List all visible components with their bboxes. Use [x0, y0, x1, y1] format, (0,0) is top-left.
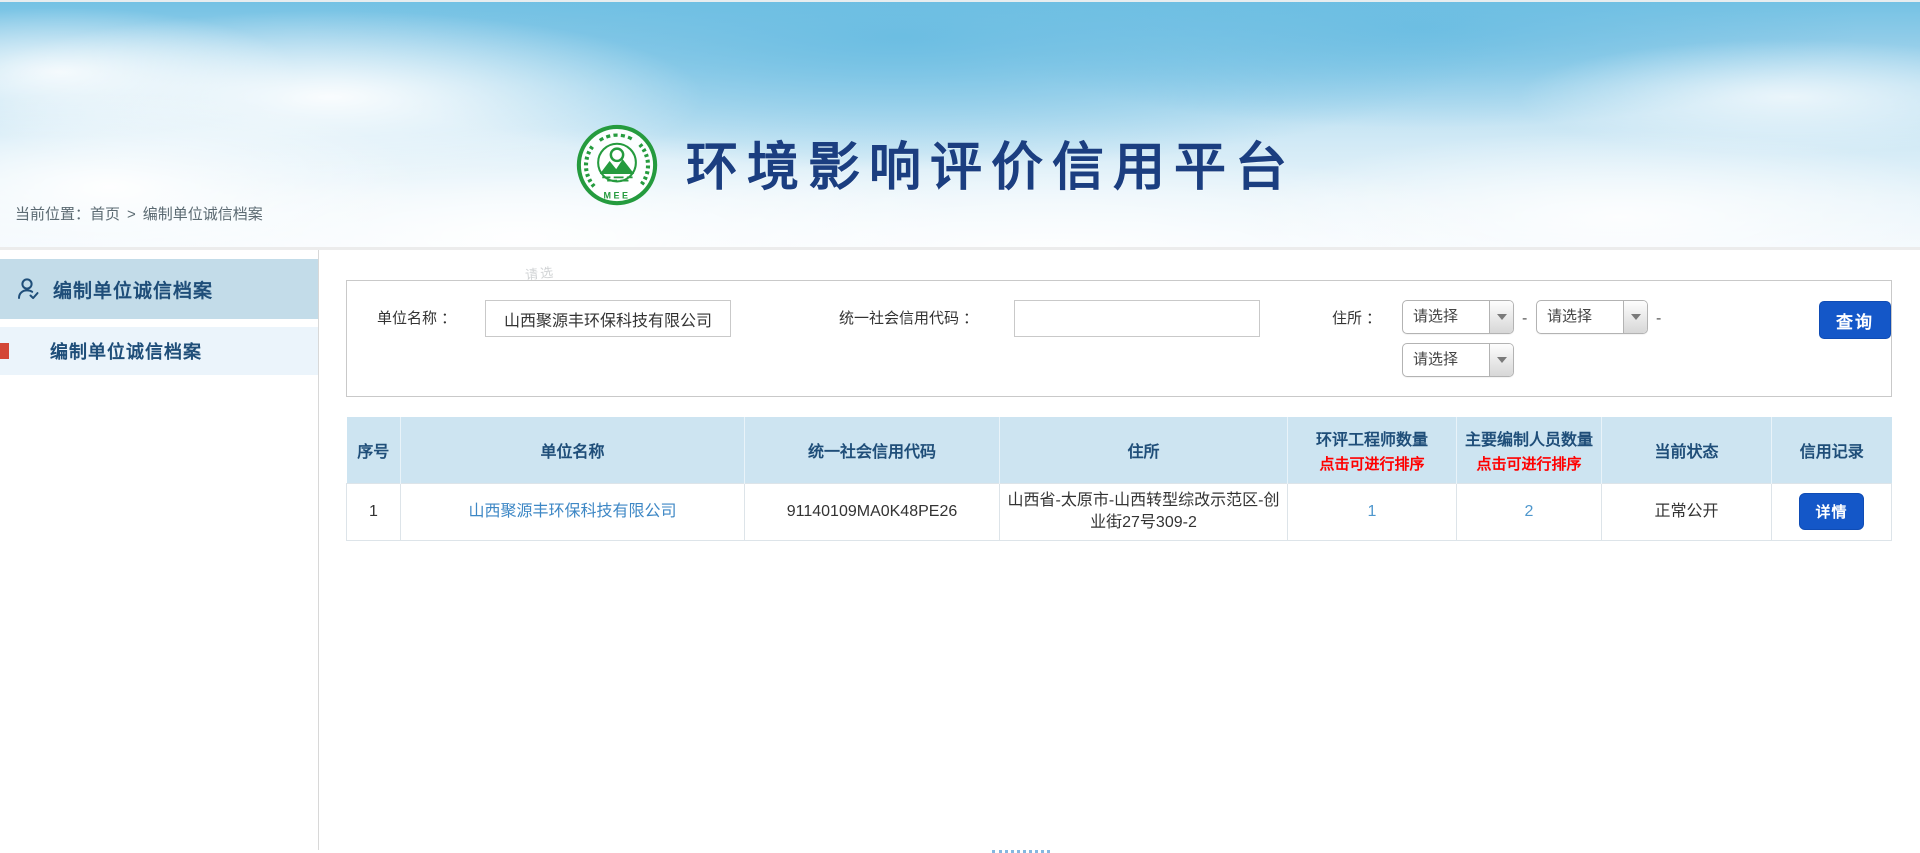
mee-logo-icon: MEE: [576, 124, 658, 211]
result-table: 序号 单位名称 统一社会信用代码 住所 环评工程师数量 点击可进行排序 主要编制…: [346, 417, 1892, 541]
address-label: 住所 ：: [1332, 301, 1381, 337]
table-header-row: 序号 单位名称 统一社会信用代码 住所 环评工程师数量 点击可进行排序 主要编制…: [347, 417, 1892, 483]
col-header-address: 住所: [1000, 417, 1288, 483]
page: MEE 环境影响评价信用平台 当前位置：首页 > 编制单位诚信档案 编制单位诚信档案…: [0, 0, 1920, 853]
sort-hint: 点击可进行排序: [1288, 453, 1456, 474]
unit-name-input[interactable]: [485, 300, 731, 337]
district-select[interactable]: 请选择: [1402, 343, 1514, 377]
unit-name-label: 单位名称 ：: [377, 301, 456, 337]
sidebar-item-label: 编制单位诚信档案: [50, 338, 202, 364]
brand: MEE 环境影响评价信用平台: [576, 124, 1296, 211]
body-wrap: 编制单位诚信档案 编制单位诚信档案 请选 单位名称 ： 统一社会信用代码 ： 住…: [0, 250, 1920, 850]
page-bottom-artifact: [992, 846, 1050, 853]
credit-code-label: 统一社会信用代码 ：: [839, 301, 978, 337]
cell-address: 山西省-太原市-山西转型综改示范区-创业街27号309-2: [1000, 483, 1288, 540]
sort-hint: 点击可进行排序: [1457, 453, 1601, 474]
breadcrumb-home-link[interactable]: 首页: [90, 206, 120, 223]
search-button[interactable]: 查询: [1819, 301, 1891, 339]
city-select[interactable]: 请选择: [1536, 300, 1648, 334]
table-row: 1 山西聚源丰环保科技有限公司 91140109MA0K48PE26 山西省-太…: [347, 483, 1892, 540]
chevron-down-icon[interactable]: [1489, 301, 1513, 333]
chevron-down-icon[interactable]: [1489, 344, 1513, 376]
unit-name-link[interactable]: 山西聚源丰环保科技有限公司: [468, 503, 676, 520]
province-select-value: 请选择: [1403, 301, 1489, 333]
ghost-artifact: 请选: [524, 261, 556, 283]
page-title: 环境影响评价信用平台: [686, 142, 1296, 194]
address-dash-2: -: [1656, 301, 1661, 337]
col-header-credit-record: 信用记录: [1772, 417, 1892, 483]
user-check-icon: [15, 276, 41, 302]
breadcrumb: 当前位置：首页 > 编制单位诚信档案: [15, 203, 263, 224]
credit-code-input[interactable]: [1014, 300, 1260, 337]
editor-count-link[interactable]: 2: [1525, 503, 1534, 520]
district-select-value: 请选择: [1403, 344, 1489, 376]
sidebar-section-label: 编制单位诚信档案: [53, 276, 213, 303]
detail-button[interactable]: 详情: [1799, 493, 1863, 530]
cell-editor-count: 2: [1457, 483, 1602, 540]
province-select[interactable]: 请选择: [1402, 300, 1514, 334]
sidebar-item-archive[interactable]: 编制单位诚信档案: [0, 327, 318, 375]
cell-credit-record: 详情: [1772, 483, 1892, 540]
chevron-down-icon[interactable]: [1623, 301, 1647, 333]
col-header-index: 序号: [347, 417, 401, 483]
col-header-credit-code: 统一社会信用代码: [745, 417, 1000, 483]
main-content: 请选 单位名称 ： 统一社会信用代码 ： 住所 ： 请选择 - 请选择 - 请选…: [319, 250, 1920, 850]
cell-engineer-count: 1: [1288, 483, 1457, 540]
breadcrumb-separator: >: [127, 206, 136, 223]
col-header-editor-count-sort[interactable]: 主要编制人员数量 点击可进行排序: [1457, 417, 1602, 483]
engineer-count-link[interactable]: 1: [1368, 503, 1377, 520]
sidebar: 编制单位诚信档案 编制单位诚信档案: [0, 250, 319, 850]
cell-status: 正常公开: [1602, 483, 1772, 540]
sidebar-section-archive[interactable]: 编制单位诚信档案: [0, 259, 318, 319]
active-item-marker: [0, 343, 9, 359]
col-header-engineer-count-sort[interactable]: 环评工程师数量 点击可进行排序: [1288, 417, 1457, 483]
col-header-status: 当前状态: [1602, 417, 1772, 483]
mee-logo-text: MEE: [604, 191, 631, 201]
cell-index: 1: [347, 483, 401, 540]
breadcrumb-current: 编制单位诚信档案: [143, 206, 263, 223]
cell-credit-code: 91140109MA0K48PE26: [745, 483, 1000, 540]
cell-unit-name: 山西聚源丰环保科技有限公司: [401, 483, 745, 540]
city-select-value: 请选择: [1537, 301, 1623, 333]
address-dash-1: -: [1522, 301, 1527, 337]
site-banner: MEE 环境影响评价信用平台 当前位置：首页 > 编制单位诚信档案: [0, 0, 1920, 250]
col-header-unit-name: 单位名称: [401, 417, 745, 483]
breadcrumb-prefix: 当前位置：: [15, 206, 90, 223]
search-panel: 请选 单位名称 ： 统一社会信用代码 ： 住所 ： 请选择 - 请选择 - 请选…: [346, 280, 1892, 397]
